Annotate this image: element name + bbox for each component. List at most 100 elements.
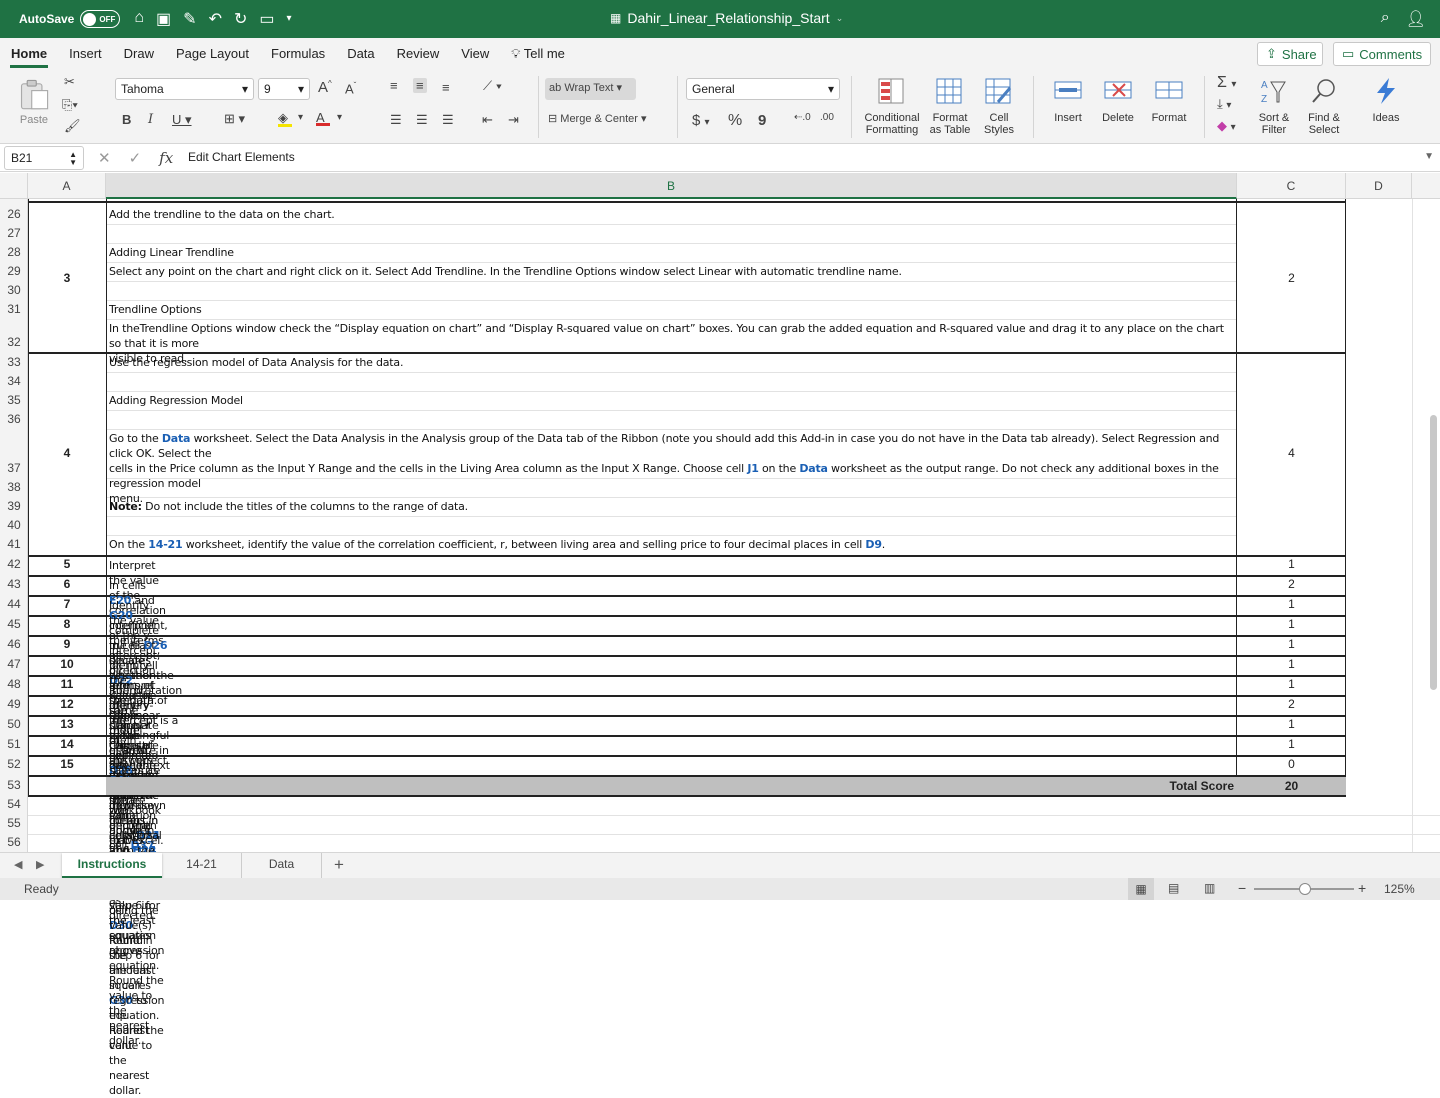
tab-review[interactable]: Review [386,38,451,70]
column-header-a[interactable]: A [28,173,106,199]
row-header[interactable]: 32 [0,335,28,349]
cell-b29[interactable]: Select any point on the chart and right … [109,264,902,279]
cut-icon[interactable]: ✂ [64,74,75,90]
tab-home[interactable]: Home [0,38,58,70]
borders-icon[interactable]: ⊞ ▾ [224,111,245,127]
underline-icon[interactable]: U ▾ [172,112,192,128]
zoom-in-icon[interactable]: + [1358,880,1366,896]
autosum-icon[interactable]: Σ ▾ [1217,74,1236,92]
row-header[interactable]: 26 [0,207,28,221]
row-header[interactable]: 31 [0,302,28,316]
row-header[interactable]: 56 [0,835,28,849]
zoom-out-icon[interactable]: − [1238,880,1246,896]
comma-style-icon[interactable]: 9 [758,112,766,129]
formula-input[interactable]: Edit Chart Elements [188,150,295,164]
find-select-button[interactable]: Find & Select [1302,76,1346,136]
wrap-text-button[interactable]: ab Wrap Text ▾ [545,78,636,100]
search-icon[interactable]: ⌕ [1381,9,1390,29]
row-header[interactable]: 29 [0,264,28,278]
new-document-icon[interactable]: ▭ [259,9,274,29]
align-middle-icon[interactable]: ≡ [413,78,427,93]
tab-formulas[interactable]: Formulas [260,38,336,70]
row-header[interactable]: 30 [0,283,28,297]
format-painter-icon[interactable]: 🖌︎ [64,118,81,134]
add-sheet-icon[interactable]: + [334,855,344,875]
edit-icon[interactable]: ✎ [183,9,196,29]
font-name-select[interactable]: Tahoma ▾ [115,78,254,100]
row-header[interactable]: 33 [0,355,28,369]
row-header[interactable]: 27 [0,226,28,240]
cell-c-step4[interactable]: 4 [1237,446,1346,460]
redo-icon[interactable]: ↻ [234,9,247,29]
cell-a-step4[interactable]: 4 [28,446,106,460]
sheet-tab-instructions[interactable]: Instructions [62,853,162,878]
row-header[interactable]: 50 [0,717,28,731]
row-header[interactable]: 37 [0,461,28,475]
row-header[interactable]: 48 [0,677,28,691]
row-header[interactable]: 49 [0,697,28,711]
increase-decimal-icon[interactable]: ⇠.0 [794,112,811,123]
decrease-font-icon[interactable]: Aˇ [345,81,356,96]
cell-b39[interactable]: Note: Do not include the titles of the c… [109,499,468,514]
account-icon[interactable]: 👤︎ [1406,9,1426,29]
tab-data[interactable]: Data [336,38,385,70]
sort-filter-button[interactable]: AZ Sort & Filter [1252,76,1296,136]
tell-me[interactable]: 💡︎ Tell me [500,38,576,70]
row-header[interactable]: 38 [0,480,28,494]
orientation-icon[interactable]: ⟋ ▾ [483,78,502,94]
font-size-select[interactable]: 9 ▾ [258,78,310,100]
align-right-icon[interactable]: ☰ [442,112,454,128]
cell-b35[interactable]: Adding Regression Model [109,393,243,408]
row-header[interactable]: 52 [0,757,28,771]
copy-icon[interactable]: ⎘▾ [62,97,78,113]
row-header[interactable]: 45 [0,617,28,631]
vertical-scrollbar[interactable] [1430,415,1437,690]
column-header-d[interactable]: D [1346,173,1412,199]
cell-styles-button[interactable]: Cell Styles [978,76,1020,136]
align-center-icon[interactable]: ☰ [416,112,428,128]
row-header[interactable]: 40 [0,518,28,532]
cell-b37[interactable]: Go to the Data worksheet. Select the Dat… [109,431,1234,506]
home-icon[interactable]: ⌂ [134,9,144,29]
column-header-c[interactable]: C [1237,173,1346,199]
normal-view-icon[interactable]: ▦ [1128,878,1154,900]
column-header-b[interactable]: B [106,173,1237,199]
cell-b28[interactable]: Adding Linear Trendline [109,245,234,260]
autosave[interactable]: AutoSave OFF [19,10,121,28]
page-break-view-icon[interactable]: ▥ [1204,881,1215,895]
sheet-tab-data[interactable]: Data [242,853,322,878]
row-header[interactable]: 43 [0,577,28,591]
number-format-select[interactable]: General ▾ [686,78,840,100]
page-layout-view-icon[interactable]: ▤ [1168,881,1179,895]
decrease-indent-icon[interactable]: ⇤ [482,112,493,128]
conditional-formatting-button[interactable]: Conditional Formatting [860,76,924,136]
row-header[interactable]: 55 [0,816,28,830]
paste-button[interactable]: Paste [12,76,56,126]
currency-icon[interactable]: $ ▾ [692,112,710,129]
select-all-corner[interactable] [0,173,28,199]
cell-a-step3[interactable]: 3 [28,271,106,285]
expand-formula-icon[interactable]: ▼ [1424,151,1434,162]
cell-c-step3[interactable]: 2 [1237,271,1346,285]
function-icon[interactable]: fx [159,149,173,167]
row-header[interactable]: 47 [0,657,28,671]
increase-font-icon[interactable]: A^ [318,79,332,96]
row-header[interactable]: 54 [0,797,28,811]
row-header[interactable]: 44 [0,597,28,611]
sheet-tab-14-21[interactable]: 14-21 [162,853,242,878]
cell-b31[interactable]: Trendline Options [109,302,202,317]
save-icon[interactable]: ▣ [156,9,171,29]
cell-b41[interactable]: On the 14-21 worksheet, identify the val… [109,537,885,552]
delete-cells-button[interactable]: Delete [1096,76,1140,124]
tab-insert[interactable]: Insert [58,38,113,70]
row-header[interactable]: 36 [0,412,28,426]
share-button[interactable]: ⇪ Share [1257,42,1323,66]
fill-color-icon[interactable]: ◈ [278,110,292,127]
format-as-table-button[interactable]: Format as Table [926,76,974,136]
row-header[interactable]: 39 [0,499,28,513]
comments-button[interactable]: ▭ Comments [1333,42,1431,66]
row-header[interactable]: 28 [0,245,28,259]
bold-icon[interactable]: B [122,112,131,127]
fill-icon[interactable]: ⤓ ▾ [1217,96,1231,112]
cell-b33[interactable]: Use the regression model of Data Analysi… [109,355,403,370]
